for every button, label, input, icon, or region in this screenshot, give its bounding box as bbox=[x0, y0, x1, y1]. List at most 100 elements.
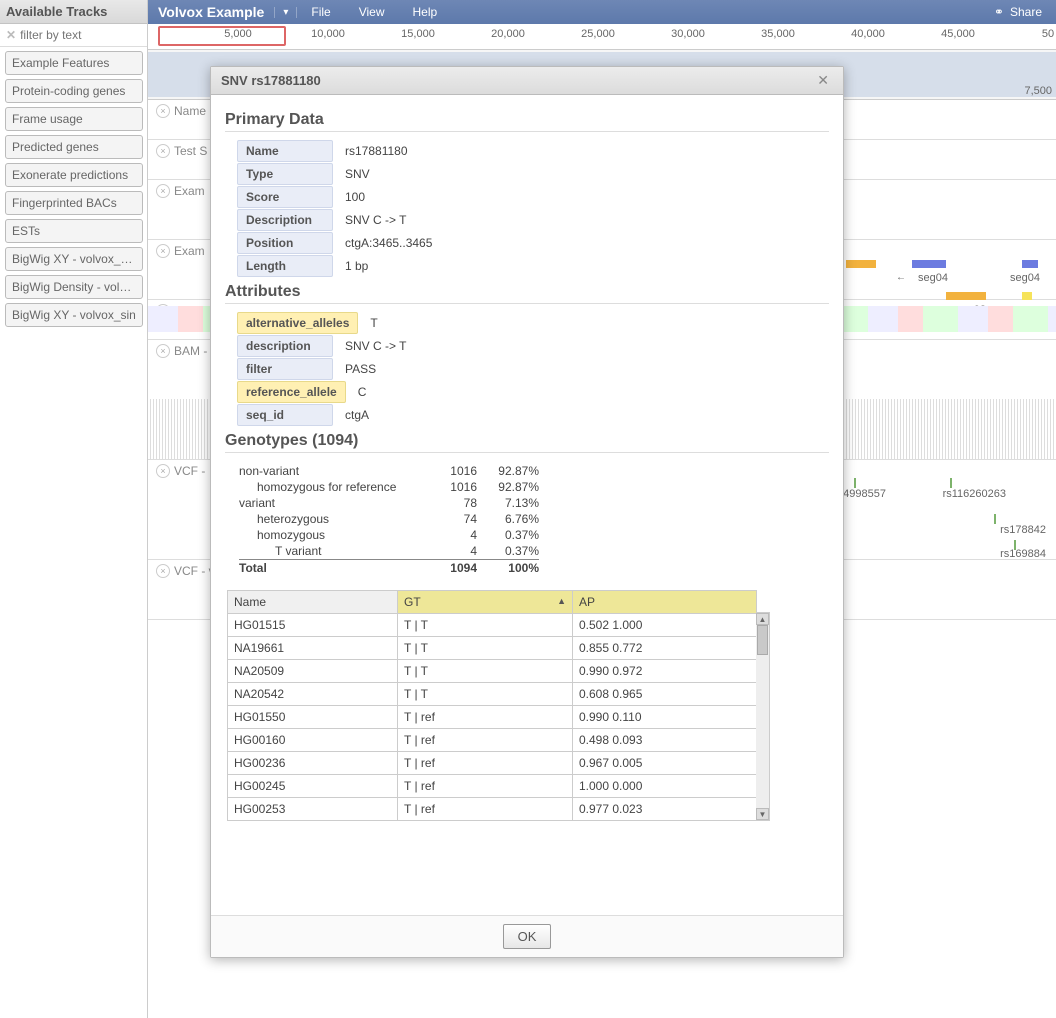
vcf-variant[interactable] bbox=[854, 478, 856, 488]
kv-row: PositionctgA:3465..3465 bbox=[237, 232, 829, 254]
close-icon[interactable]: × bbox=[156, 144, 170, 158]
summary-pct: 92.87% bbox=[477, 480, 539, 494]
heading-primary: Primary Data bbox=[225, 111, 829, 132]
track-button[interactable]: Exonerate predictions bbox=[5, 163, 143, 187]
track-button[interactable]: BigWig Density - volvox bbox=[5, 275, 143, 299]
kv-row: alternative_allelesT bbox=[237, 312, 829, 334]
link-icon: ⚭ bbox=[994, 5, 1004, 19]
summary-count: 1016 bbox=[423, 480, 477, 494]
title-dropdown-icon[interactable]: ▾ bbox=[274, 7, 297, 18]
feature[interactable] bbox=[1022, 292, 1032, 300]
table-row[interactable]: HG01550T | ref0.990 0.110 bbox=[228, 706, 757, 729]
cell-ap: 0.967 0.005 bbox=[573, 752, 757, 775]
cell-ap: 0.608 0.965 bbox=[573, 683, 757, 706]
track-label[interactable]: ×Exam bbox=[156, 184, 205, 198]
clear-icon[interactable]: ✕ bbox=[6, 28, 16, 42]
track-button[interactable]: Predicted genes bbox=[5, 135, 143, 159]
cell-gt: T | ref bbox=[398, 729, 573, 752]
table-scrollbar[interactable]: ▲ ▼ bbox=[756, 612, 770, 821]
track-button[interactable]: Frame usage bbox=[5, 107, 143, 131]
close-icon[interactable]: × bbox=[156, 564, 170, 578]
dialog-footer: OK bbox=[211, 915, 843, 957]
track-button[interactable]: Protein-coding genes bbox=[5, 79, 143, 103]
track-label[interactable]: ×Name bbox=[156, 104, 206, 118]
feature[interactable] bbox=[1022, 260, 1038, 268]
menu-view[interactable]: View bbox=[345, 5, 399, 19]
close-icon[interactable]: ✕ bbox=[813, 72, 833, 89]
close-icon[interactable]: × bbox=[156, 344, 170, 358]
table-row[interactable]: HG00160T | ref0.498 0.093 bbox=[228, 729, 757, 752]
cell-gt: T | ref bbox=[398, 706, 573, 729]
ruler-tick: 30,000 bbox=[671, 28, 705, 40]
track-label[interactable]: ×Test S bbox=[156, 144, 207, 158]
heading-genotypes: Genotypes (1094) bbox=[225, 432, 829, 453]
table-row[interactable]: NA19661T | T0.855 0.772 bbox=[228, 637, 757, 660]
col-ap[interactable]: AP bbox=[573, 591, 757, 614]
scroll-up-icon[interactable]: ▲ bbox=[756, 613, 769, 625]
cell-ap: 0.977 0.023 bbox=[573, 798, 757, 821]
feature[interactable] bbox=[912, 260, 946, 268]
ruler-highlight[interactable] bbox=[158, 26, 286, 46]
cell-name: HG00253 bbox=[228, 798, 398, 821]
table-row[interactable]: HG00245T | ref1.000 0.000 bbox=[228, 775, 757, 798]
ruler-tick: 10,000 bbox=[311, 28, 345, 40]
kv-key: Length bbox=[237, 255, 333, 277]
vcf-variant[interactable] bbox=[994, 514, 996, 524]
table-row[interactable]: NA20542T | T0.608 0.965 bbox=[228, 683, 757, 706]
track-button[interactable]: Fingerprinted BACs bbox=[5, 191, 143, 215]
table-row[interactable]: NA20509T | T0.990 0.972 bbox=[228, 660, 757, 683]
summary-count: 78 bbox=[423, 496, 477, 510]
close-icon[interactable]: × bbox=[156, 464, 170, 478]
ruler-tick: 40,000 bbox=[851, 28, 885, 40]
feature[interactable] bbox=[946, 292, 986, 300]
summary-label: non-variant bbox=[239, 464, 423, 478]
track-button[interactable]: Example Features bbox=[5, 51, 143, 75]
sort-asc-icon: ▲ bbox=[557, 596, 566, 606]
vcf-variant[interactable] bbox=[950, 478, 952, 488]
cell-ap: 0.855 0.772 bbox=[573, 637, 757, 660]
cell-name: NA19661 bbox=[228, 637, 398, 660]
track-label[interactable]: ×Exam bbox=[156, 244, 205, 258]
arrow-icon: ← bbox=[896, 272, 906, 283]
track-button[interactable]: BigWig XY - volvox_mic bbox=[5, 247, 143, 271]
feature[interactable] bbox=[846, 260, 876, 268]
summary-count: 1094 bbox=[423, 561, 477, 575]
track-label[interactable]: ×VCF - bbox=[156, 464, 205, 478]
feature-label: seg04 bbox=[918, 272, 948, 284]
close-icon[interactable]: × bbox=[156, 104, 170, 118]
track-button[interactable]: ESTs bbox=[5, 219, 143, 243]
feature-label: seg04 bbox=[1010, 272, 1040, 284]
kv-value: ctgA:3465..3465 bbox=[345, 236, 432, 250]
summary-label: variant bbox=[239, 496, 423, 510]
kv-key: Type bbox=[237, 163, 333, 185]
overview-right-label: 7,500 bbox=[1024, 85, 1052, 97]
col-gt[interactable]: GT▲ bbox=[398, 591, 573, 614]
cell-gt: T | ref bbox=[398, 798, 573, 821]
table-row[interactable]: HG01515T | T0.502 1.000 bbox=[228, 614, 757, 637]
filter-input[interactable] bbox=[20, 28, 120, 42]
col-name[interactable]: Name bbox=[228, 591, 398, 614]
summary-count: 4 bbox=[423, 528, 477, 542]
ok-button[interactable]: OK bbox=[503, 924, 552, 949]
track-label[interactable]: ×BAM - bbox=[156, 344, 207, 358]
table-row[interactable]: HG00236T | ref0.967 0.005 bbox=[228, 752, 757, 775]
table-row[interactable]: HG00253T | ref0.977 0.023 bbox=[228, 798, 757, 821]
cell-ap: 0.502 1.000 bbox=[573, 614, 757, 637]
summary-pct: 100% bbox=[477, 561, 539, 575]
close-icon[interactable]: × bbox=[156, 244, 170, 258]
cell-name: HG00245 bbox=[228, 775, 398, 798]
scroll-down-icon[interactable]: ▼ bbox=[756, 808, 769, 820]
share-button[interactable]: ⚭Share bbox=[980, 5, 1056, 19]
menu-file[interactable]: File bbox=[297, 5, 344, 19]
track-button[interactable]: BigWig XY - volvox_sin bbox=[5, 303, 143, 327]
filter-row: ✕ bbox=[0, 24, 147, 47]
cell-ap: 0.990 0.110 bbox=[573, 706, 757, 729]
close-icon[interactable]: × bbox=[156, 184, 170, 198]
dialog-titlebar[interactable]: SNV rs17881180 ✕ bbox=[211, 67, 843, 95]
kv-key: reference_allele bbox=[237, 381, 346, 403]
menu-help[interactable]: Help bbox=[399, 5, 452, 19]
sidebar-title: Available Tracks bbox=[0, 0, 147, 24]
summary-pct: 7.13% bbox=[477, 496, 539, 510]
ruler[interactable]: 5,00010,00015,00020,00025,00030,00035,00… bbox=[148, 24, 1056, 50]
scroll-thumb[interactable] bbox=[757, 625, 768, 655]
